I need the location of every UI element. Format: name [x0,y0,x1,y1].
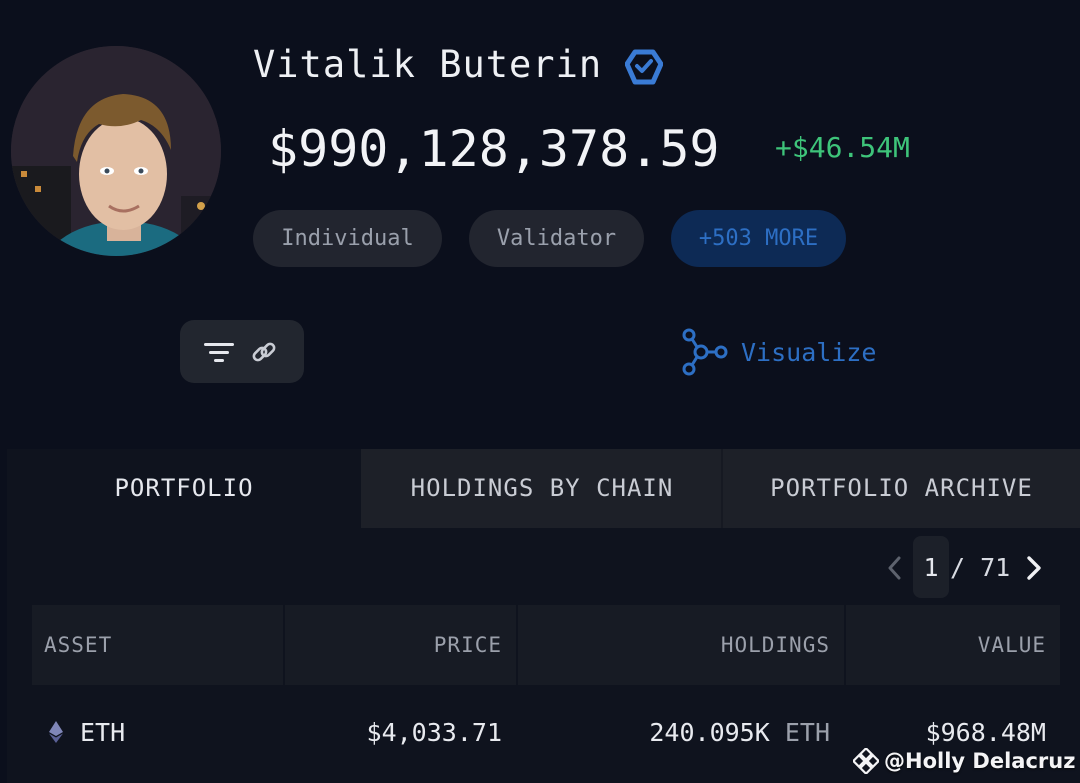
table-cell-holdings: 240.095K ETH [518,711,830,755]
column-header-holdings[interactable]: HOLDINGS [518,605,844,685]
tab-portfolio-archive[interactable]: PORTFOLIO ARCHIVE [723,449,1080,528]
avatar-image [11,46,221,256]
page-total: / 71 [950,553,1011,582]
tag-more-button[interactable]: +503 MORE [671,210,846,267]
column-header-value[interactable]: VALUE [846,605,1060,685]
tab-holdings-by-chain[interactable]: HOLDINGS BY CHAIN [363,449,721,528]
visualize-button[interactable]: Visualize [741,336,876,370]
toolbar-group [180,320,304,383]
tag-validator[interactable]: Validator [469,210,644,267]
holdings-amount: 240.095K [649,718,770,747]
chevron-left-icon[interactable] [884,552,906,584]
table-cell-asset[interactable]: ETH [80,711,125,755]
verified-badge-icon [624,48,664,86]
watermark-text: @Holly Delacruz [884,749,1076,773]
tab-portfolio[interactable]: PORTFOLIO [7,449,361,528]
tag-individual[interactable]: Individual [253,210,442,267]
link-icon[interactable] [250,338,278,366]
visualize-graph-icon[interactable] [681,328,729,376]
value-change: +$46.54M [775,131,910,164]
tab-divider [721,449,723,528]
table-cell-price: $4,033.71 [366,718,502,747]
column-header-price[interactable]: PRICE [285,605,516,685]
page-current[interactable]: 1 [913,552,949,584]
profile-name: Vitalik Buterin [253,43,603,86]
total-value: $990,128,378.59 [268,120,720,178]
avatar [11,46,221,256]
column-header-asset[interactable]: ASSET [32,605,283,685]
holdings-unit: ETH [784,718,830,747]
eth-icon [49,721,63,743]
chevron-right-icon[interactable] [1022,552,1046,584]
filter-icon[interactable] [203,340,235,364]
watermark-logo-icon [851,746,881,776]
